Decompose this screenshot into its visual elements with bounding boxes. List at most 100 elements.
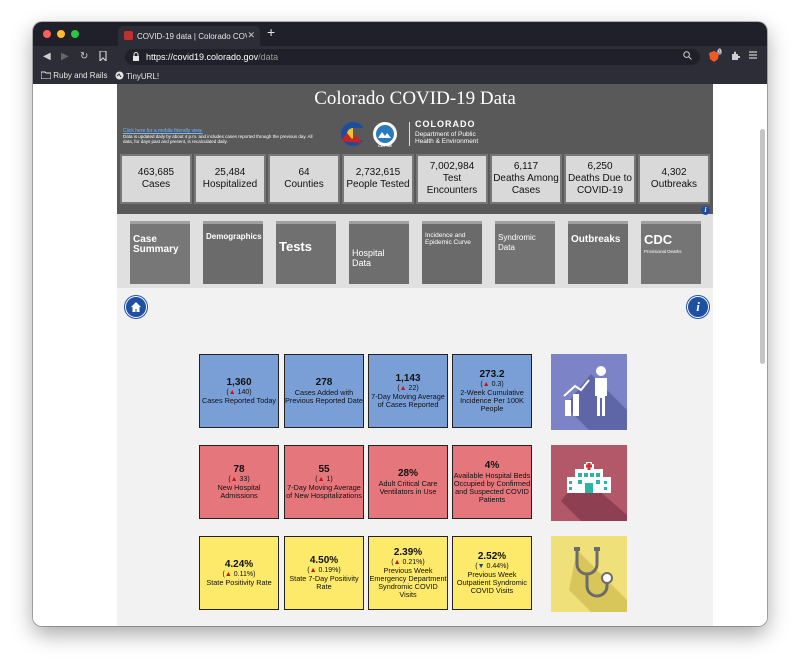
nav-tile-case-summary[interactable]: Case Summary xyxy=(130,221,190,284)
browser-tab[interactable]: COVID-19 data | Colorado COVI ✕ xyxy=(118,26,260,46)
card-label: State 7-Day Positivity Rate xyxy=(289,574,359,591)
card-7day-avg-hospitalizations[interactable]: 55 (▲ 1) 7-Day Moving Average of New Hos… xyxy=(284,445,364,519)
card-state-positivity-rate[interactable]: 4.24% (▲ 0.11%) State Positivity Rate xyxy=(199,536,279,610)
bookmark-tinyurl[interactable]: TinyURL! xyxy=(115,71,159,81)
stat-label: Deaths Due to COVID-19 xyxy=(568,173,632,196)
logo-badge: CDPHE xyxy=(378,143,393,148)
up-arrow-icon: ▲ xyxy=(482,381,490,388)
card-2week-incidence[interactable]: 273.2 (▲ 0.3) 2-Week Cumulative Incidenc… xyxy=(452,354,532,428)
scrollbar-thumb[interactable] xyxy=(760,129,765,364)
shield-count-badge: 0 xyxy=(717,49,723,55)
card-hospital-beds-occupied[interactable]: 4% Available Hospital Beds Occupied by C… xyxy=(452,445,532,519)
stat-value: 25,484 xyxy=(214,167,246,178)
bookmark-ruby-and-rails[interactable]: Ruby and Rails xyxy=(40,71,108,80)
up-arrow-icon: ▲ xyxy=(230,476,238,483)
home-button[interactable] xyxy=(125,296,147,318)
card-change-value: 33 xyxy=(239,476,248,483)
card-cases-added-previous-date[interactable]: 278 Cases Added with Previous Reported D… xyxy=(284,354,364,428)
bookmarks-bar: Ruby and Rails TinyURL! xyxy=(33,68,767,85)
stat-people-tested[interactable]: 2,732,615 People Tested xyxy=(342,154,414,204)
card-value: 4.50% xyxy=(309,555,339,566)
card-7day-avg-cases[interactable]: 1,143 (▲ 22) 7-Day Moving Average of Cas… xyxy=(368,354,448,428)
card-ed-syndromic-visits[interactable]: 2.39% (▲ 0.21%) Previous Week Emergency … xyxy=(368,536,448,610)
page-title: Colorado COVID-19 Data xyxy=(314,88,516,109)
card-label: State Positivity Rate xyxy=(206,578,272,587)
zoom-window-icon[interactable] xyxy=(71,30,79,38)
bookmark-label: Ruby and Rails xyxy=(53,71,108,80)
card-cases-reported-today[interactable]: 1,360 (▲ 140) Cases Reported Today xyxy=(199,354,279,428)
nav-tile-hospital-data[interactable]: Hospital Data xyxy=(349,221,409,284)
bookmark-icon[interactable] xyxy=(99,50,107,64)
card-change-value: 0.3 xyxy=(491,381,502,388)
card-state-7day-positivity-rate[interactable]: 4.50% (▲ 0.19%) State 7-Day Positivity R… xyxy=(284,536,364,610)
nav-tile-label: Incidence and Epidemic Curve xyxy=(425,232,471,246)
stat-test-encounters[interactable]: 7,002,984 Test Encounters xyxy=(416,154,488,204)
back-icon[interactable]: ◀ xyxy=(43,51,51,62)
up-arrow-icon: ▲ xyxy=(228,389,236,396)
card-ventilators-in-use[interactable]: 28% Adult Critical Care Ventilators in U… xyxy=(368,445,448,519)
nav-tile-label: CDC xyxy=(644,232,673,247)
stat-value: 463,685 xyxy=(137,167,175,178)
stat-label: Deaths Among Cases xyxy=(493,173,559,196)
card-value: 1,360 xyxy=(226,377,252,388)
address-bar[interactable]: https://covid19.colorado.gov/data xyxy=(125,49,700,65)
stat-hospitalized[interactable]: 25,484 Hospitalized xyxy=(194,154,266,204)
stat-label: Hospitalized xyxy=(202,179,258,190)
stethoscope-icon xyxy=(551,536,627,612)
stat-deaths-among-cases[interactable]: 6,117 Deaths Among Cases xyxy=(490,154,562,204)
zoom-icon[interactable] xyxy=(683,51,692,62)
nav-tile-demographics[interactable]: Demographics xyxy=(203,221,263,284)
card-value: 2.39% xyxy=(393,547,423,558)
update-note: Data is updated daily by about 4 p.m. an… xyxy=(123,134,313,144)
nav-tile-outbreaks[interactable]: Outbreaks xyxy=(568,221,628,284)
card-change-value: 0.44% xyxy=(486,563,507,570)
card-value: 55 xyxy=(318,464,330,475)
nav-tile-cdc[interactable]: CDC Provisional Deaths xyxy=(641,221,701,284)
card-label: Cases Added with Previous Reported Date xyxy=(285,388,363,405)
stat-label: Test Encounters xyxy=(426,173,478,196)
card-new-hospital-admissions[interactable]: 78 (▲ 33) New Hospital Admissions xyxy=(199,445,279,519)
info-button[interactable]: i xyxy=(687,296,709,318)
logo-dept-2: Health & Environment xyxy=(415,138,479,145)
dashboard-nav-tiles: i Case Summary Demographics Tests Hospit… xyxy=(117,206,713,288)
colorado-c-logo-icon xyxy=(341,122,397,146)
favicon-icon xyxy=(124,31,133,40)
card-change-value: 0.11% xyxy=(233,571,254,578)
info-icon[interactable]: i xyxy=(701,206,710,215)
url-text: https://covid19.colorado.gov/data xyxy=(146,52,278,62)
card-value: 4.24% xyxy=(224,559,254,570)
nav-tile-incidence-epidemic-curve[interactable]: Incidence and Epidemic Curve xyxy=(422,221,482,284)
down-arrow-icon: ▼ xyxy=(477,563,485,570)
card-label: Available Hospital Beds Occupied by Conf… xyxy=(453,471,531,504)
card-change-value: 0.21% xyxy=(402,559,423,566)
minimize-window-icon[interactable] xyxy=(57,30,65,38)
forward-icon[interactable]: ▶ xyxy=(61,51,69,62)
stat-label: People Tested xyxy=(346,179,410,190)
tab-bar: COVID-19 data | Colorado COVI ✕ + xyxy=(33,22,767,46)
card-label: Cases Reported Today xyxy=(201,396,277,405)
dashboard-page: Colorado COVID-19 Data Click here for a … xyxy=(117,84,713,626)
url-path: /data xyxy=(258,52,279,62)
tab-close-icon[interactable]: ✕ xyxy=(247,30,255,41)
stat-value: 7,002,984 xyxy=(429,161,475,172)
stat-value: 4,302 xyxy=(661,167,687,178)
stat-outbreaks[interactable]: 4,302 Outbreaks xyxy=(638,154,710,204)
close-window-icon[interactable] xyxy=(43,30,51,38)
up-arrow-icon: ▲ xyxy=(317,476,325,483)
reload-icon[interactable]: ↻ xyxy=(80,51,88,62)
stat-label: Cases xyxy=(141,179,171,190)
card-value: 78 xyxy=(233,464,245,475)
extensions-icon[interactable] xyxy=(730,51,741,63)
stat-counties[interactable]: 64 Counties xyxy=(268,154,340,204)
up-arrow-icon: ▲ xyxy=(224,571,232,578)
menu-icon[interactable] xyxy=(749,51,757,61)
stat-cases[interactable]: 463,685 Cases xyxy=(120,154,192,204)
card-label: Previous Week Emergency Department Syndr… xyxy=(369,566,447,599)
stat-deaths-due-to-covid[interactable]: 6,250 Deaths Due to COVID-19 xyxy=(564,154,636,204)
card-outpatient-syndromic-visits[interactable]: 2.52% (▼ 0.44%) Previous Week Outpatient… xyxy=(452,536,532,610)
new-tab-button[interactable]: + xyxy=(267,24,275,40)
up-arrow-icon: ▲ xyxy=(309,567,317,574)
card-value: 1,143 xyxy=(395,373,421,384)
nav-tile-tests[interactable]: Tests xyxy=(276,221,336,284)
nav-tile-syndromic-data[interactable]: Syndromic Data xyxy=(495,221,555,284)
